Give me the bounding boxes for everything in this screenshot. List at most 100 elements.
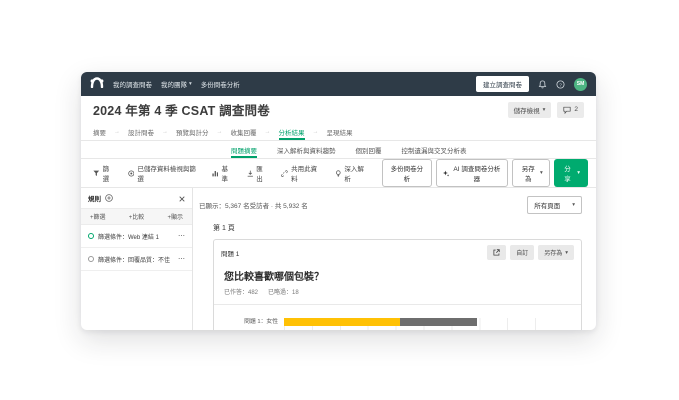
responses-summary: 已顯示：5,367 名受訪者 · 共 5,932 名 (199, 200, 308, 210)
share-question-button[interactable] (487, 245, 506, 260)
app-window: 我的調查問卷 我的團隊▾ 多份問卷分析 建立調查問卷 ? SM 2024 年第 … (81, 72, 596, 330)
step-summary[interactable]: 摘要 (93, 123, 106, 140)
rules-sidebar-header: 規則 (81, 188, 192, 208)
nav-multi-survey-analysis[interactable]: 多份問卷分析 (201, 79, 240, 89)
analyze-toolbar: 篩選 已儲存資料檢視與篩選 基準 匯出 共用此資料 深入解析 多份問卷分析 AI… (81, 159, 596, 188)
toolbar-right-actions: 多份問卷分析 AI 調查問卷分析器 另存為▾ 分享▾ (382, 159, 588, 187)
workflow-steps: 摘要 → 設計問卷 → 預覽與計分 → 收集回覆 → 分析結果 → 呈現結果 (81, 123, 596, 141)
export-icon (247, 170, 254, 177)
share-data-tool[interactable]: 共用此資料 (281, 163, 321, 183)
surveymonkey-logo-icon[interactable] (90, 75, 104, 93)
title-bar-actions: 儲存檢視▾ 2 (508, 102, 584, 118)
question-number: 問題 1 (221, 248, 239, 258)
help-icon[interactable]: ? (556, 80, 565, 89)
responses-meta-row: 已顯示：5,367 名受訪者 · 共 5,932 名 所有頁面 ▾ (199, 196, 582, 214)
ai-survey-analyst-button[interactable]: AI 調查問卷分析器 (436, 159, 509, 187)
saved-view-button[interactable]: 儲存檢視▾ (508, 102, 552, 118)
bar-segment-1 (284, 318, 400, 326)
step-collect-responses[interactable]: 收集回覆 (231, 123, 257, 140)
insights-icon (335, 170, 342, 177)
saved-views-tool[interactable]: 已儲存資料檢視與篩選 (128, 163, 199, 183)
bell-icon[interactable] (538, 80, 547, 89)
comment-bubble-icon (563, 106, 571, 114)
chevron-down-icon: ▾ (577, 170, 580, 176)
results-main: 已顯示：5,367 名受訪者 · 共 5,932 名 所有頁面 ▾ 第 1 頁 … (193, 188, 596, 330)
chevron-down-icon: ▾ (540, 170, 543, 176)
multi-survey-analysis-button[interactable]: 多份問卷分析 (382, 159, 432, 187)
rule-status-icon (88, 256, 94, 262)
nav-my-surveys[interactable]: 我的調查問卷 (113, 79, 152, 89)
question-save-as-button[interactable]: 另存為▾ (538, 245, 574, 260)
step-arrow-icon: → (162, 123, 168, 140)
chevron-down-icon: ▾ (543, 107, 546, 113)
add-rule-icon[interactable] (105, 189, 113, 207)
share-button[interactable]: 分享▾ (554, 159, 588, 187)
step-analyze-results[interactable]: 分析結果 (279, 123, 305, 140)
step-arrow-icon: → (313, 123, 319, 140)
content-area: 規則 +篩選 +比較 +顯示 篩選條件：Web 連結 1 ⋯ (81, 188, 596, 330)
chevron-down-icon: ▾ (565, 250, 568, 256)
page-selector[interactable]: 所有頁面 ▾ (527, 196, 582, 214)
export-tool[interactable]: 匯出 (247, 163, 269, 183)
add-show-button[interactable]: +顯示 (167, 212, 183, 221)
ellipsis-menu-icon[interactable]: ⋯ (178, 232, 185, 240)
svg-text:?: ? (559, 82, 562, 88)
comments-button[interactable]: 2 (557, 102, 584, 118)
rule-add-buttons: +篩選 +比較 +顯示 (81, 208, 192, 225)
stacked-bar-chart: 問題 1：女性 問題 2：非二元性別 問題 3：男性 (214, 305, 581, 330)
tab-insights-trends[interactable]: 深入解析與資料趨勢 (277, 141, 336, 158)
save-as-dropdown[interactable]: 另存為▾ (512, 159, 549, 187)
chevron-down-icon: ▾ (572, 202, 575, 208)
step-arrow-icon: → (114, 123, 120, 140)
page-label: 第 1 頁 (213, 223, 582, 233)
bar-segment-2 (400, 318, 477, 326)
skipped-count: 已略過：18 (268, 287, 299, 296)
insights-tool[interactable]: 深入解析 (335, 163, 369, 183)
question-card: 問題 1 自訂 另存為▾ 您比較喜歡哪個包裝？ (213, 239, 582, 330)
filter-tool[interactable]: 篩選 (93, 163, 115, 183)
chevron-down-icon: ▾ (189, 81, 192, 87)
tab-question-summaries[interactable]: 問題摘要 (231, 141, 257, 158)
question-card-actions: 自訂 另存為▾ (487, 245, 574, 260)
customize-button[interactable]: 自訂 (510, 245, 534, 260)
rule-list-item[interactable]: 篩選條件：回覆品質：不佳 ⋯ (81, 248, 192, 271)
share-data-icon (281, 170, 288, 177)
step-design-survey[interactable]: 設計問卷 (128, 123, 154, 140)
ai-sparkle-icon (443, 170, 449, 177)
step-arrow-icon: → (217, 123, 223, 140)
benchmark-tool[interactable]: 基準 (212, 163, 234, 183)
nav-my-team[interactable]: 我的團隊▾ (161, 79, 192, 89)
bar-row (284, 318, 477, 326)
question-card-header: 問題 1 自訂 另存為▾ (214, 240, 581, 265)
ellipsis-menu-icon[interactable]: ⋯ (178, 255, 185, 263)
filter-icon (93, 170, 100, 177)
question-list: 第 1 頁 問題 1 自訂 另存為▾ (213, 223, 582, 330)
answered-count: 已作答：482 (224, 287, 258, 296)
step-arrow-icon: → (265, 123, 271, 140)
benchmark-icon (212, 170, 219, 177)
question-title: 您比較喜歡哪個包裝？ (214, 265, 581, 283)
chart-category-labels: 問題 1：女性 問題 2：非二元性別 問題 3：男性 (220, 318, 284, 330)
top-navigation-bar: 我的調查問卷 我的團隊▾ 多份問卷分析 建立調查問卷 ? SM (81, 72, 596, 96)
chart-plot-area (284, 318, 563, 330)
rules-title: 規則 (88, 193, 101, 203)
chart-label: 問題 1：女性 (220, 318, 284, 326)
add-filter-button[interactable]: +篩選 (90, 212, 106, 221)
title-bar: 2024 年第 4 季 CSAT 調查問卷 儲存檢視▾ 2 (81, 96, 596, 123)
close-icon[interactable] (179, 189, 185, 207)
create-survey-button[interactable]: 建立調查問卷 (476, 76, 529, 92)
analyze-subtabs: 問題摘要 深入解析與資料趨勢 個別回覆 控制遺漏與交叉分析表 (81, 141, 596, 159)
step-present-results[interactable]: 呈現結果 (327, 123, 353, 140)
avatar[interactable]: SM (574, 78, 587, 91)
page-title: 2024 年第 4 季 CSAT 調查問卷 (93, 100, 270, 119)
tab-individual-responses[interactable]: 個別回覆 (356, 141, 382, 158)
rule-status-icon (88, 233, 94, 239)
question-meta: 已作答：482 已略過：18 (214, 283, 581, 305)
saved-views-icon (128, 170, 135, 177)
step-preview-score[interactable]: 預覽與計分 (176, 123, 209, 140)
rules-sidebar: 規則 +篩選 +比較 +顯示 篩選條件：Web 連結 1 ⋯ (81, 188, 193, 330)
rule-list-item[interactable]: 篩選條件：Web 連結 1 ⋯ (81, 225, 192, 248)
add-compare-button[interactable]: +比較 (129, 212, 145, 221)
tab-crosstabs[interactable]: 控制遺漏與交叉分析表 (402, 141, 467, 158)
share-external-icon (493, 249, 500, 256)
